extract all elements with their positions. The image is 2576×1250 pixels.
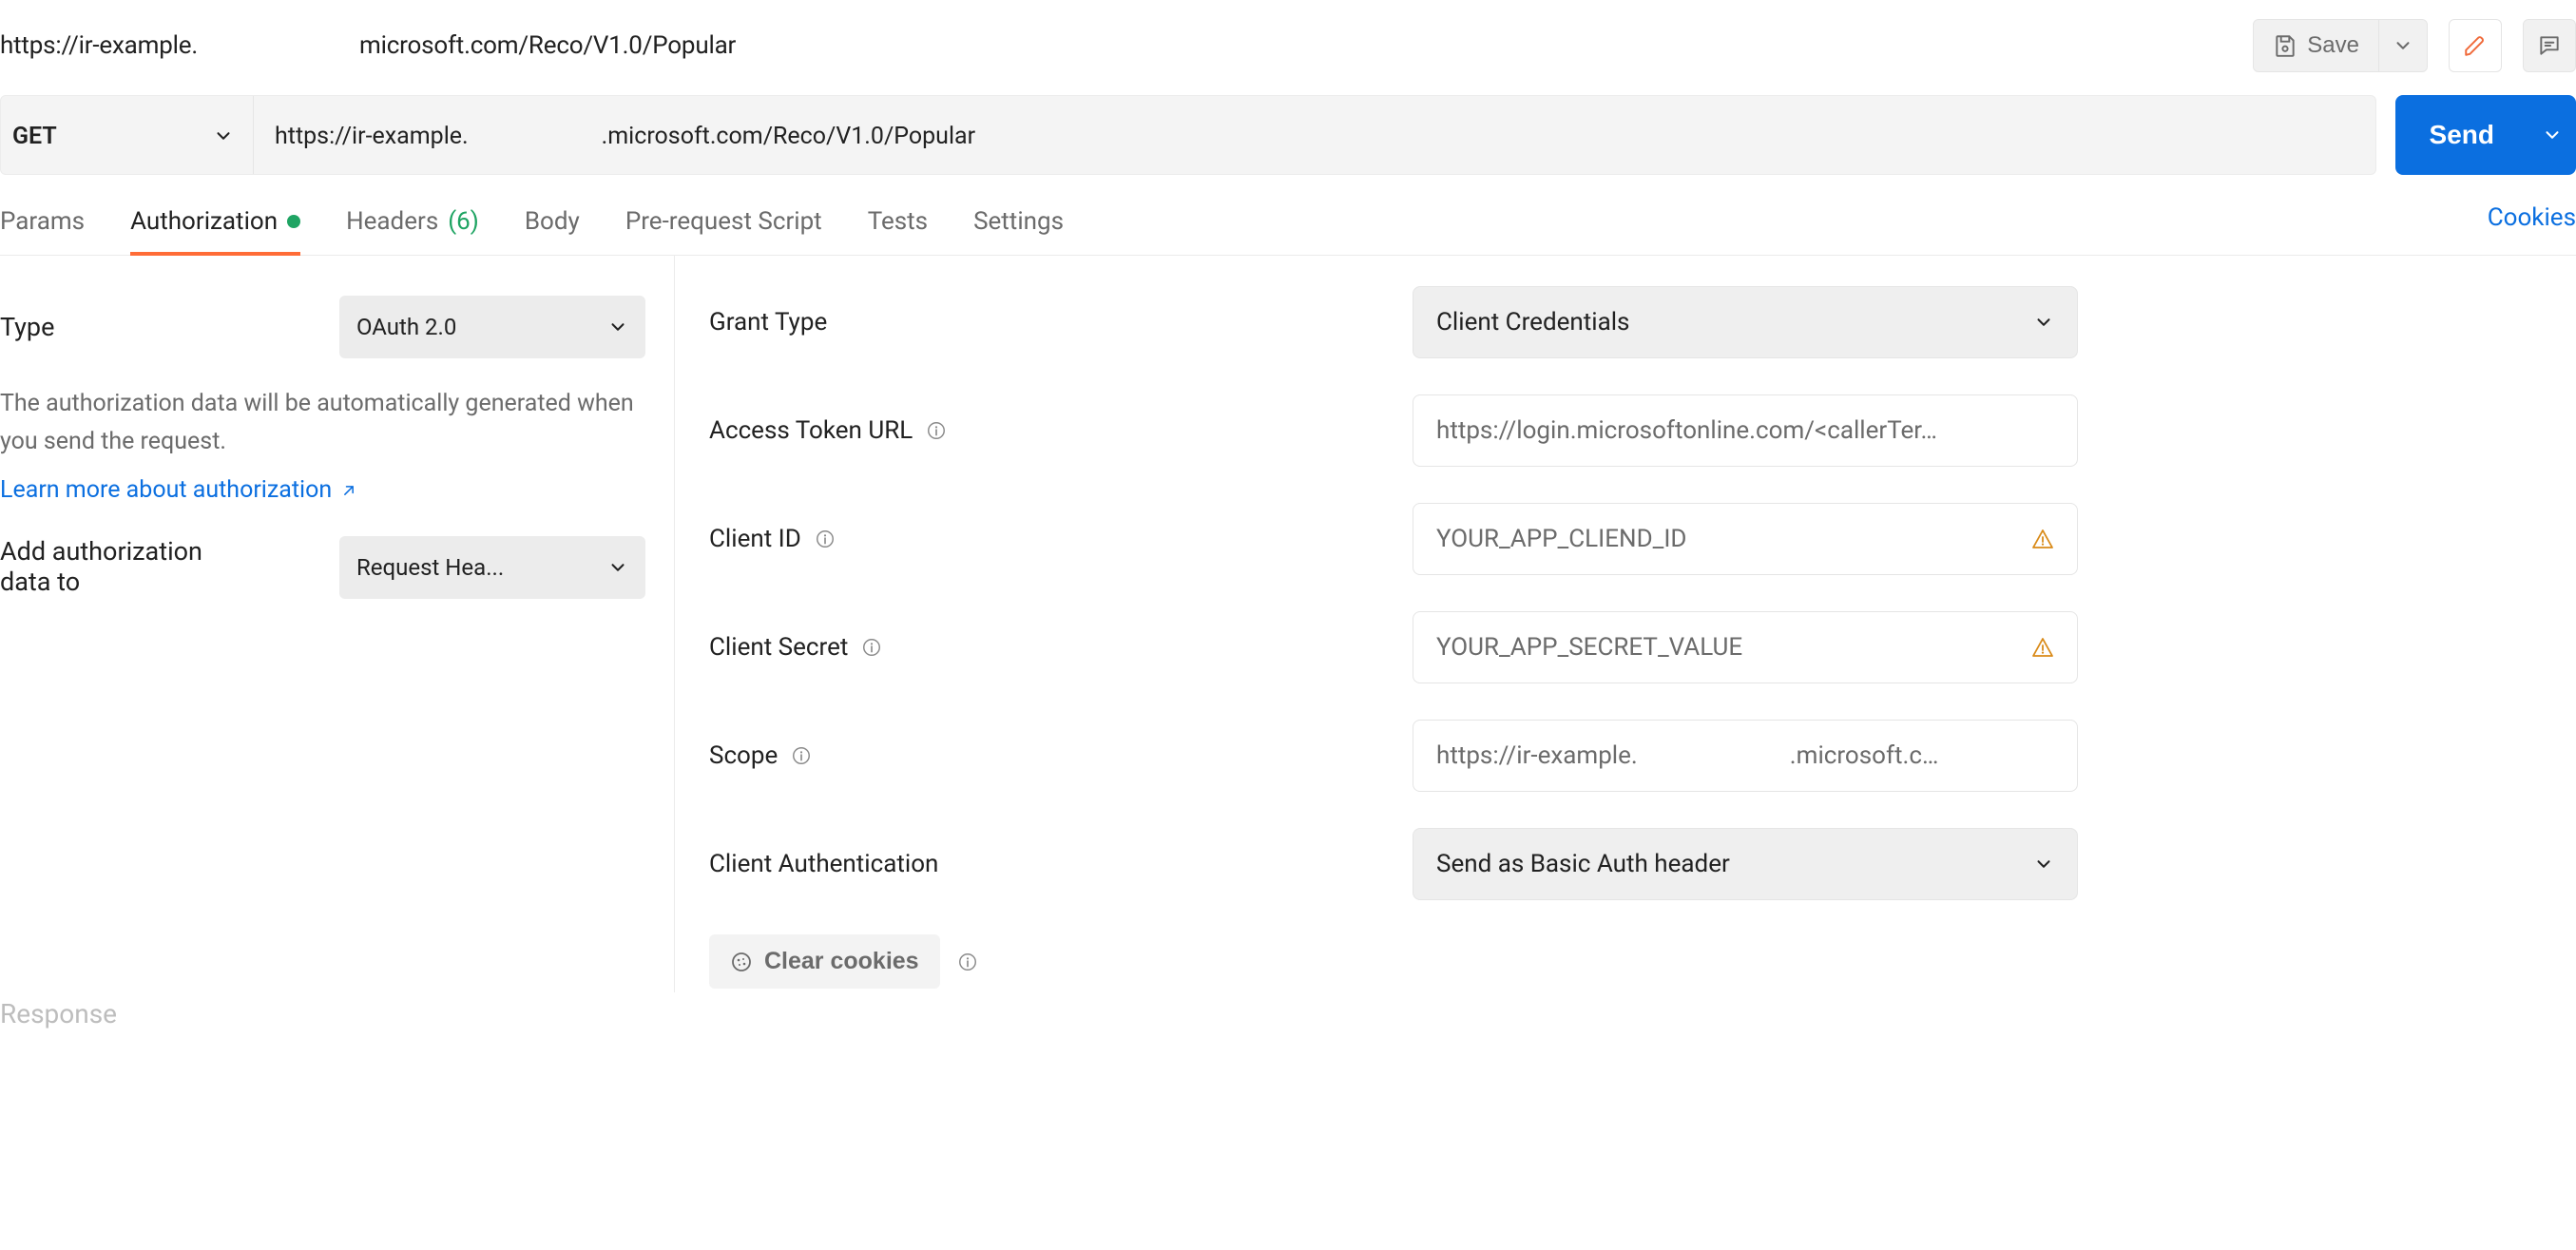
- title-left: https://ir-example.: [0, 31, 198, 60]
- info-icon[interactable]: [861, 637, 882, 658]
- chevron-down-icon: [607, 557, 628, 578]
- save-options-button[interactable]: [2379, 19, 2428, 72]
- client-secret-label: Client Secret: [709, 633, 1413, 662]
- access-token-url-label: Access Token URL: [709, 416, 1413, 445]
- edit-button[interactable]: [2449, 19, 2502, 72]
- save-button[interactable]: Save: [2253, 19, 2379, 72]
- client-id-row: Client ID YOUR_APP_CLIEND_ID: [709, 501, 2576, 577]
- comment-icon: [2537, 33, 2562, 58]
- method-value: GET: [12, 123, 57, 150]
- scope-input[interactable]: https://ir-example. .microsoft.c…: [1413, 720, 2078, 792]
- method-select[interactable]: GET: [1, 96, 254, 175]
- auth-add-to-label: Add authorization data to: [0, 536, 202, 597]
- request-url-input[interactable]: https://ir-example. .microsoft.com/Reco/…: [254, 96, 2375, 175]
- client-secret-input[interactable]: YOUR_APP_SECRET_VALUE: [1413, 611, 2078, 683]
- client-id-label: Client ID: [709, 525, 1413, 553]
- client-auth-select[interactable]: Send as Basic Auth header: [1413, 828, 2078, 900]
- send-button-group: Send: [2395, 95, 2576, 175]
- client-auth-row: Client Authentication Send as Basic Auth…: [709, 826, 2576, 902]
- auth-right-panel: Grant Type Client Credentials Access Tok…: [675, 256, 2576, 992]
- auth-add-to-value: Request Hea...: [356, 554, 504, 581]
- warning-icon: [2031, 528, 2054, 550]
- send-button[interactable]: Send: [2395, 95, 2528, 175]
- access-token-url-input[interactable]: https://login.microsoftonline.com/<calle…: [1413, 394, 2078, 467]
- info-icon[interactable]: [926, 420, 947, 441]
- tab-prerequest-script[interactable]: Pre-request Script: [625, 194, 822, 255]
- info-icon[interactable]: [791, 745, 812, 766]
- info-icon[interactable]: [957, 952, 978, 972]
- tab-body[interactable]: Body: [525, 194, 580, 255]
- auth-type-row: Type OAuth 2.0: [0, 296, 645, 358]
- headers-count: (6): [448, 207, 479, 236]
- response-section-label: Response: [0, 998, 2576, 1029]
- chevron-down-icon: [213, 125, 234, 146]
- top-actions: Save: [2253, 19, 2576, 72]
- redacted-segment: [1638, 741, 1790, 770]
- cookie-icon: [730, 951, 753, 973]
- save-label: Save: [2307, 32, 2359, 59]
- auth-type-label: Type: [0, 312, 54, 342]
- status-dot-icon: [287, 215, 300, 228]
- request-inputs: GET https://ir-example. .microsoft.com/R…: [0, 95, 2376, 175]
- scope-row: Scope https://ir-example. .microsoft.c…: [709, 718, 2576, 794]
- url-left: https://ir-example.: [275, 123, 469, 150]
- auth-left-panel: Type OAuth 2.0 The authorization data wi…: [0, 256, 675, 992]
- chevron-down-icon: [2033, 854, 2054, 875]
- client-id-input[interactable]: YOUR_APP_CLIEND_ID: [1413, 503, 2078, 575]
- client-auth-label: Client Authentication: [709, 850, 1413, 878]
- clear-cookies-button[interactable]: Clear cookies: [709, 934, 940, 989]
- scope-label: Scope: [709, 741, 1413, 770]
- cookies-link[interactable]: Cookies: [2488, 203, 2576, 245]
- clear-cookies-row: Clear cookies: [709, 934, 2576, 989]
- warning-icon: [2031, 636, 2054, 659]
- chevron-down-icon: [2033, 312, 2054, 333]
- tab-headers[interactable]: Headers (6): [346, 194, 479, 255]
- chevron-down-icon: [2542, 125, 2563, 145]
- external-link-icon: [339, 481, 358, 500]
- tab-settings[interactable]: Settings: [973, 194, 1064, 255]
- auth-add-to-row: Add authorization data to Request Hea...: [0, 536, 645, 599]
- title-right: microsoft.com/Reco/V1.0/Popular: [359, 31, 736, 60]
- grant-type-row: Grant Type Client Credentials: [709, 284, 2576, 360]
- tab-tests[interactable]: Tests: [868, 194, 928, 255]
- request-row: GET https://ir-example. .microsoft.com/R…: [0, 95, 2576, 194]
- request-title: https://ir-example. microsoft.com/Reco/V…: [0, 31, 736, 60]
- tab-params[interactable]: Params: [0, 194, 85, 255]
- comment-button[interactable]: [2523, 19, 2576, 72]
- grant-type-select[interactable]: Client Credentials: [1413, 286, 2078, 358]
- info-icon[interactable]: [815, 529, 836, 549]
- auth-add-to-select[interactable]: Request Hea...: [339, 536, 645, 599]
- send-options-button[interactable]: [2528, 95, 2576, 175]
- edit-icon: [2463, 33, 2488, 58]
- auth-type-select[interactable]: OAuth 2.0: [339, 296, 645, 358]
- auth-type-value: OAuth 2.0: [356, 314, 456, 340]
- save-button-group: Save: [2253, 19, 2428, 72]
- tabs-row: Params Authorization Headers (6) Body Pr…: [0, 194, 2576, 256]
- access-token-url-row: Access Token URL https://login.microsoft…: [709, 393, 2576, 469]
- send-label: Send: [2430, 120, 2494, 149]
- tabs: Params Authorization Headers (6) Body Pr…: [0, 194, 1064, 255]
- chevron-down-icon: [607, 317, 628, 337]
- auth-help-text: The authorization data will be automatic…: [0, 385, 645, 461]
- auth-content: Type OAuth 2.0 The authorization data wi…: [0, 256, 2576, 992]
- client-secret-row: Client Secret YOUR_APP_SECRET_VALUE: [709, 609, 2576, 685]
- learn-more-link[interactable]: Learn more about authorization: [0, 476, 358, 504]
- tab-authorization[interactable]: Authorization: [130, 194, 300, 255]
- top-bar: https://ir-example. microsoft.com/Reco/V…: [0, 0, 2576, 95]
- chevron-down-icon: [2393, 35, 2413, 56]
- save-icon: [2273, 33, 2297, 58]
- url-right: .microsoft.com/Reco/V1.0/Popular: [602, 123, 975, 150]
- grant-type-label: Grant Type: [709, 308, 1413, 337]
